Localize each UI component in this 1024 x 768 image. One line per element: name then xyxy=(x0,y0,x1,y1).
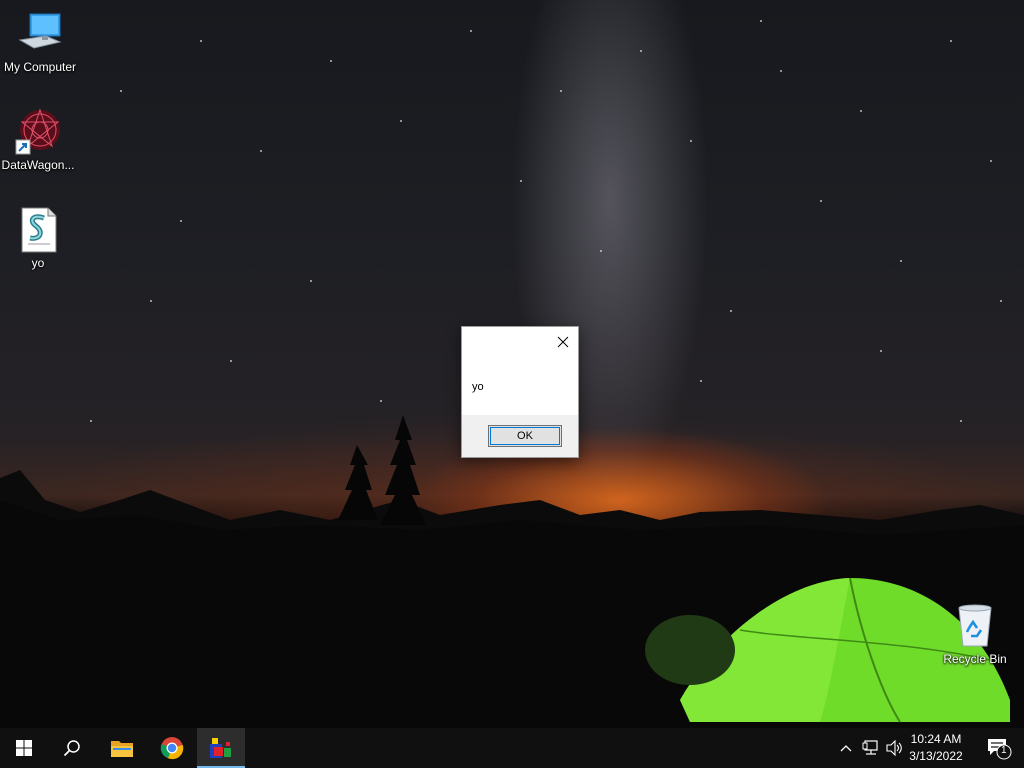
taskbar-running-app[interactable] xyxy=(197,728,245,768)
chrome-icon xyxy=(160,737,184,760)
message-dialog: yo OK xyxy=(461,326,579,458)
volume-icon xyxy=(886,740,902,756)
desktop-icon-my-computer[interactable]: My Computer xyxy=(0,10,80,74)
action-center-button[interactable]: 1 xyxy=(986,736,1012,760)
recycle-bin-icon xyxy=(951,602,999,650)
dialog-footer: OK xyxy=(462,415,578,457)
windows-start-icon xyxy=(16,740,32,756)
notification-count: 1 xyxy=(1001,745,1007,756)
show-hidden-icons-button[interactable] xyxy=(836,738,856,758)
desktop-icon-label: Recycle Bin xyxy=(943,652,1007,666)
network-icon xyxy=(862,740,878,755)
chevron-up-icon xyxy=(840,745,852,752)
taskbar-chrome[interactable] xyxy=(148,728,196,768)
desktop-icon-label: My Computer xyxy=(3,60,77,74)
desktop-icon-recycle-bin[interactable]: Recycle Bin xyxy=(935,602,1015,666)
clock-date: 3/13/2022 xyxy=(909,749,963,763)
ok-button[interactable]: OK xyxy=(488,425,562,447)
clock[interactable]: 10:24 AM 3/13/2022 xyxy=(906,731,966,765)
search-icon xyxy=(63,740,80,757)
datawagon-icon xyxy=(14,108,62,156)
dialog-message: yo xyxy=(472,381,484,393)
notification-icon xyxy=(988,739,1012,760)
computer-icon xyxy=(16,10,64,58)
taskbar: 10:24 AM 3/13/2022 1 xyxy=(0,728,1024,768)
folder-icon xyxy=(111,741,133,757)
volume-button[interactable] xyxy=(885,738,905,758)
script-file-icon xyxy=(14,206,62,254)
desktop-icon-label: yo xyxy=(31,256,45,270)
network-button[interactable] xyxy=(861,738,881,758)
search-button[interactable] xyxy=(48,728,96,768)
desktop-icon-yo[interactable]: yo xyxy=(0,206,78,270)
desktop-icon-label: DataWagon... xyxy=(1,158,75,172)
taskbar-file-explorer[interactable] xyxy=(98,728,146,768)
clock-time: 10:24 AM xyxy=(910,732,962,746)
app-icon xyxy=(210,738,231,758)
close-icon xyxy=(557,336,569,348)
start-button[interactable] xyxy=(0,728,48,768)
close-button[interactable] xyxy=(552,331,574,353)
desktop-icon-datawagon[interactable]: DataWagon... xyxy=(0,108,78,172)
